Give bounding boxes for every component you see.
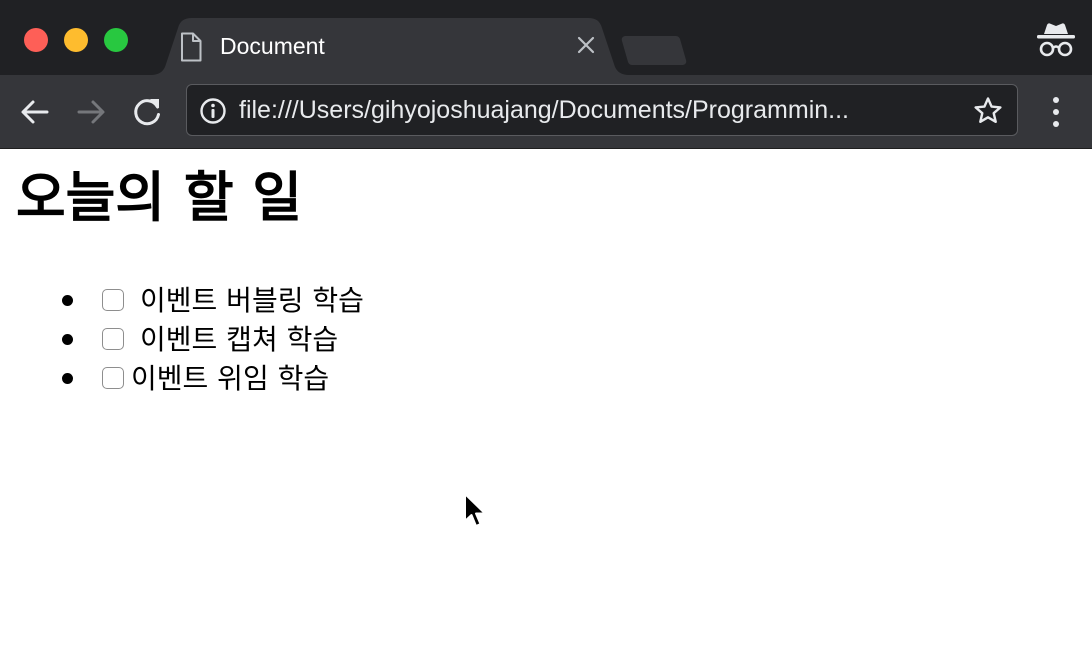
todo-checkbox[interactable]: [102, 289, 124, 311]
list-bullet: [62, 295, 73, 306]
window-close-button[interactable]: [24, 28, 48, 52]
star-icon[interactable]: [973, 96, 1003, 126]
mouse-pointer-icon: [464, 493, 486, 527]
back-arrow-icon[interactable]: [18, 95, 52, 129]
todo-label: 이벤트 캡쳐 학습: [140, 323, 339, 356]
list-bullet: [62, 334, 73, 345]
tab-close-icon[interactable]: [576, 35, 596, 55]
window-maximize-button[interactable]: [104, 28, 128, 52]
address-url[interactable]: file:///Users/gihyojoshuajang/Documents/…: [239, 95, 959, 125]
browser-toolbar: file:///Users/gihyojoshuajang/Documents/…: [0, 75, 1092, 149]
tab-title: Document: [220, 33, 325, 59]
todo-checkbox[interactable]: [102, 367, 124, 389]
kebab-menu-icon[interactable]: [1042, 95, 1070, 129]
todo-label: 이벤트 위임 학습: [131, 362, 330, 395]
list-bullet: [62, 373, 73, 384]
window-minimize-button[interactable]: [64, 28, 88, 52]
page-title: 오늘의 할 일: [16, 166, 302, 229]
reload-icon[interactable]: [130, 95, 164, 129]
tab-document[interactable]: Document: [150, 18, 630, 75]
tab-strip: Document: [0, 0, 1092, 75]
address-bar[interactable]: file:///Users/gihyojoshuajang/Documents/…: [186, 84, 1018, 136]
info-icon[interactable]: [199, 97, 227, 125]
new-tab-button[interactable]: [620, 34, 688, 66]
incognito-icon[interactable]: [1036, 22, 1076, 58]
forward-arrow-icon[interactable]: [74, 95, 108, 129]
todo-checkbox[interactable]: [102, 328, 124, 350]
todo-label: 이벤트 버블링 학습: [140, 284, 364, 317]
document-icon: [181, 32, 202, 62]
browser-window: Document file:///Users/gihyojoshuajang/D…: [0, 0, 1092, 654]
page-content: 오늘의 할 일 이벤트 버블링 학습 이벤트 캡쳐 학습 이벤트 위임 학습: [0, 149, 1092, 654]
